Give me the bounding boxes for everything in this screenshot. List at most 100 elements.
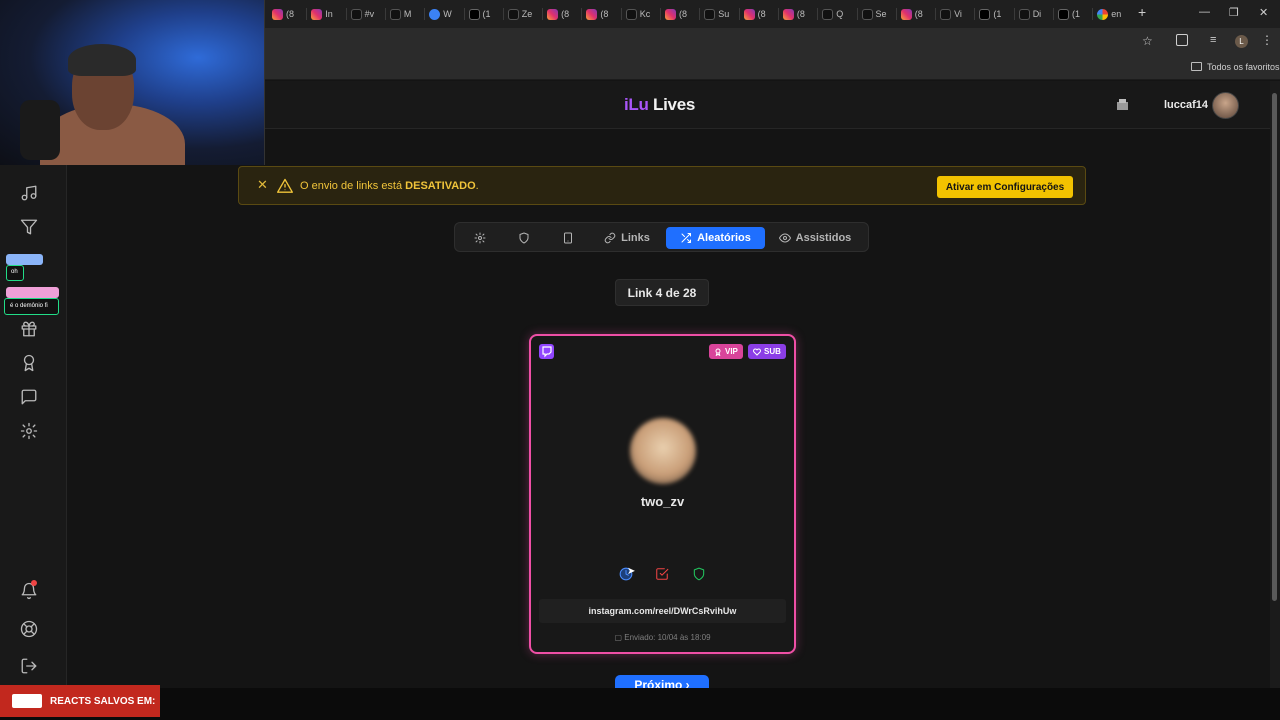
all-bookmarks-link[interactable]: Todos os favoritos <box>1207 62 1280 72</box>
tab-separator <box>306 8 308 20</box>
tab-device[interactable] <box>553 227 583 249</box>
browser-tab-label: Su <box>718 9 730 19</box>
chat-icon[interactable] <box>20 388 38 406</box>
browser-menu-icon[interactable]: ⋮ <box>1261 33 1273 47</box>
browser-tab[interactable]: (8 <box>665 5 687 23</box>
link-url[interactable]: instagram.com/reel/DWrCsRvihUw <box>539 599 786 623</box>
sender-username: two_zv <box>640 494 685 509</box>
minimize-icon[interactable]: — <box>1199 6 1210 18</box>
tab-random[interactable]: Aleatórios <box>666 227 765 249</box>
username-label[interactable]: luccaf14 <box>1164 99 1208 111</box>
x-icon <box>1058 8 1069 20</box>
tiktok-icon <box>507 8 519 20</box>
settings-icon[interactable] <box>20 422 38 440</box>
close-window-icon[interactable]: ✕ <box>1259 6 1268 19</box>
reacts-saved-overlay: REACTS SALVOS EM: <box>0 685 160 717</box>
browser-tab[interactable]: (1 <box>979 5 1001 23</box>
stream-footer-bar <box>0 688 1280 720</box>
x-icon <box>468 8 480 20</box>
bookmark-star-icon[interactable]: ☆ <box>1142 34 1153 48</box>
twitch-icon <box>539 344 554 359</box>
page-scrollbar[interactable] <box>1270 81 1280 688</box>
warning-icon <box>277 178 293 198</box>
help-icon[interactable] <box>20 620 38 638</box>
award-icon[interactable] <box>20 354 38 372</box>
browser-tab[interactable]: Q <box>822 5 843 23</box>
browser-tab[interactable]: (8 <box>900 5 923 23</box>
x-icon <box>979 8 991 20</box>
profile-avatar[interactable]: L <box>1235 35 1248 48</box>
browser-tab-label: In <box>325 9 333 19</box>
package-icon[interactable] <box>1116 98 1129 111</box>
sender-avatar <box>630 418 696 484</box>
mouse-cursor: ➤ <box>627 566 636 577</box>
link-card: VIP SUB two_zv ➤ instagram.com/reel/DWrC… <box>529 334 796 654</box>
browser-tab[interactable]: (8 <box>586 5 608 23</box>
mark-watched-button[interactable] <box>655 567 671 583</box>
instagram-icon <box>665 8 676 20</box>
browser-tab[interactable]: (8 <box>743 5 766 23</box>
sidebar <box>0 129 67 688</box>
logout-icon[interactable] <box>20 657 38 675</box>
moderate-button[interactable] <box>692 567 708 583</box>
eye-icon <box>778 233 791 243</box>
gift-icon[interactable] <box>20 320 38 338</box>
new-tab-button[interactable]: + <box>1138 4 1146 20</box>
browser-tab[interactable]: en <box>1097 5 1121 23</box>
browser-tab[interactable]: (8 <box>272 5 294 23</box>
google-icon <box>1097 8 1109 20</box>
site-logo[interactable]: iLu Lives <box>624 95 695 115</box>
tab-settings[interactable] <box>465 227 495 249</box>
shield-icon <box>519 232 529 244</box>
restore-icon[interactable]: ❐ <box>1229 6 1239 19</box>
enable-in-settings-button[interactable]: Ativar em Configurações <box>937 176 1073 198</box>
tab-watched[interactable]: Assistidos <box>773 227 857 249</box>
tab-separator <box>777 8 779 20</box>
instagram-icon <box>900 8 912 20</box>
tab-separator <box>345 8 347 20</box>
browser-tab[interactable]: #v <box>350 5 374 23</box>
filter-icon[interactable] <box>20 218 38 236</box>
tab-separator <box>1092 8 1094 20</box>
browser-tab[interactable]: W <box>429 5 452 23</box>
tablet-icon <box>564 232 572 244</box>
banner-message: O envio de links está DESATIVADO. <box>300 180 479 192</box>
notifications-icon[interactable] <box>20 580 38 600</box>
browser-tab[interactable]: (1 <box>468 5 491 23</box>
browser-tab[interactable]: In <box>311 5 333 23</box>
tab-links[interactable]: Links <box>597 227 657 249</box>
browser-tab[interactable]: Vi <box>940 5 962 23</box>
tab-separator <box>384 8 386 20</box>
browser-tab[interactable]: Ze <box>507 5 532 23</box>
scrollbar-thumb[interactable] <box>1272 93 1277 601</box>
music-icon[interactable] <box>20 184 38 202</box>
browser-tab-label: (1 <box>482 9 491 19</box>
logo-icon <box>12 694 42 708</box>
tab-separator <box>620 8 622 20</box>
sub-badge: SUB <box>748 344 786 359</box>
browser-tab[interactable]: (8 <box>782 5 805 23</box>
tab-moderation[interactable] <box>509 227 539 249</box>
close-banner-icon[interactable]: ✕ <box>257 177 268 193</box>
instagram-icon <box>782 8 794 20</box>
chat-overlay-tag <box>6 254 43 265</box>
tiktok-icon <box>1018 8 1030 20</box>
browser-tab[interactable]: (1 <box>1058 5 1080 23</box>
instagram-icon <box>743 8 755 20</box>
folder-icon <box>1191 62 1202 71</box>
browser-tab-label: (8 <box>286 9 295 19</box>
browser-tab[interactable]: Di <box>1018 5 1041 23</box>
browser-tab[interactable]: Su <box>704 5 729 23</box>
media-control-icon[interactable]: ≡ <box>1210 34 1216 46</box>
browser-tab[interactable]: Se <box>861 5 887 23</box>
tab-separator <box>974 8 976 20</box>
browser-tab[interactable]: Kc <box>625 5 650 23</box>
browser-tab[interactable]: (8 <box>547 5 569 23</box>
browser-tab-label: (8 <box>561 9 570 19</box>
extensions-icon[interactable] <box>1176 34 1188 46</box>
tiktok-icon <box>389 8 401 20</box>
user-avatar[interactable] <box>1212 92 1239 119</box>
tiktok-icon <box>704 8 716 20</box>
browser-tab[interactable]: M <box>389 5 411 23</box>
calendar-icon: ▢ <box>614 633 625 642</box>
